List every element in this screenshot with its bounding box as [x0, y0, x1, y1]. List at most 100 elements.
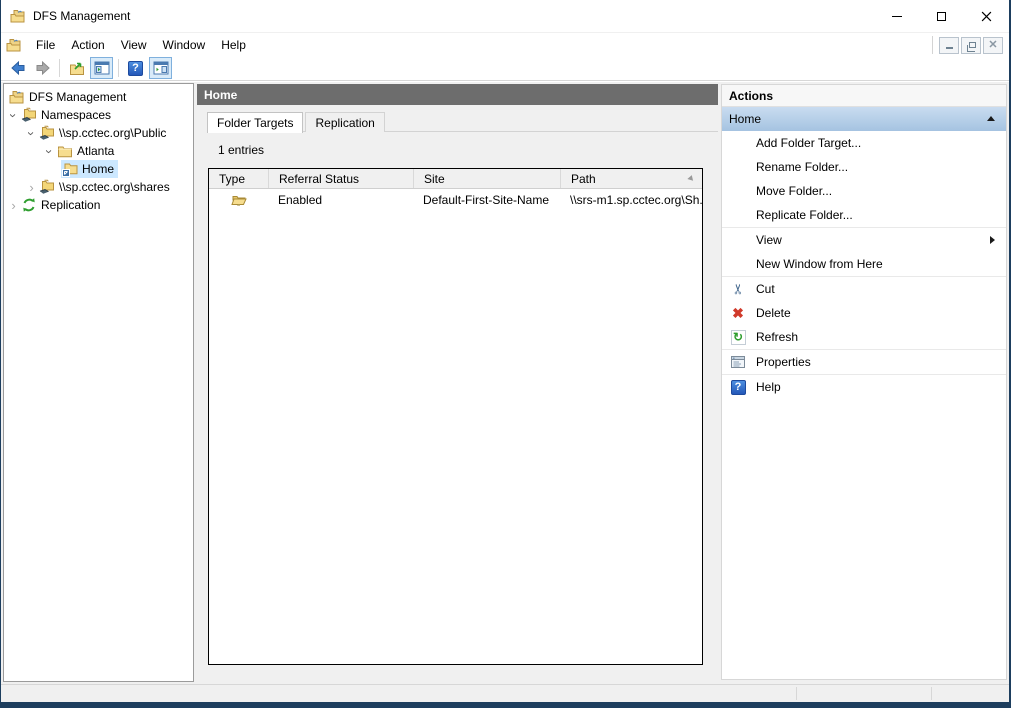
- refresh-icon: ↻: [730, 329, 746, 345]
- toolbar: ?: [1, 56, 1009, 81]
- minimize-button[interactable]: [874, 0, 919, 32]
- dfs-root-icon: [9, 89, 25, 105]
- console-icon: [6, 37, 22, 53]
- expander-collapsed-icon[interactable]: ›: [25, 181, 38, 194]
- folder-target-icon: [231, 192, 247, 208]
- menu-file[interactable]: File: [28, 35, 63, 55]
- mdi-minimize-icon: [946, 47, 953, 49]
- help-icon: ?: [730, 379, 746, 395]
- console-tree-pane-icon: [94, 60, 110, 76]
- actions-section-label: Home: [729, 112, 761, 126]
- dfs-management-window: DFS Management File Action View Window H…: [0, 0, 1011, 708]
- row-site-cell: Default-First-Site-Name: [413, 193, 560, 207]
- mdi-minimize-button[interactable]: [939, 37, 959, 54]
- help-button[interactable]: ?: [124, 57, 147, 79]
- toolbar-separator: [118, 59, 119, 77]
- actions-pane: Actions Home Add Folder Target... Rename…: [721, 84, 1007, 680]
- status-bar: [1, 684, 1009, 702]
- mdi-close-button[interactable]: ✕: [983, 37, 1003, 54]
- tree-item-atlanta[interactable]: › Atlanta: [4, 142, 193, 160]
- action-properties[interactable]: Properties: [722, 350, 1006, 374]
- back-button[interactable]: [6, 57, 29, 79]
- title-bar: DFS Management: [1, 0, 1009, 32]
- tab-replication[interactable]: Replication: [305, 112, 384, 132]
- tree-item-namespace-public[interactable]: › \\sp.cctec.org\Public: [4, 124, 193, 142]
- menu-window[interactable]: Window: [155, 35, 214, 55]
- tab-folder-targets[interactable]: Folder Targets: [207, 112, 303, 133]
- action-cut[interactable]: ✂ Cut: [722, 277, 1006, 301]
- close-button[interactable]: [964, 0, 1009, 32]
- export-list-button[interactable]: [65, 57, 88, 79]
- mdi-restore-icon: [969, 42, 976, 48]
- mdi-restore-button[interactable]: [961, 37, 981, 54]
- dfs-folder-icon: [62, 161, 78, 177]
- tree-item-dfs-management[interactable]: DFS Management: [4, 88, 193, 106]
- action-rename-folder[interactable]: Rename Folder...: [722, 155, 1006, 179]
- table-row[interactable]: Enabled Default-First-Site-Name \\srs-m1…: [209, 189, 702, 210]
- results-pane-title: Home: [197, 84, 718, 105]
- help-icon: ?: [128, 61, 143, 76]
- submenu-arrow-icon: [990, 236, 995, 244]
- expander-expanded-icon[interactable]: ›: [25, 127, 38, 140]
- tree-item-namespaces[interactable]: › Namespaces: [4, 106, 193, 124]
- window-title: DFS Management: [33, 9, 130, 23]
- forward-button[interactable]: [31, 57, 54, 79]
- collapse-section-icon[interactable]: [987, 116, 995, 121]
- action-move-folder[interactable]: Move Folder...: [722, 179, 1006, 203]
- tree-item-label: DFS Management: [29, 90, 126, 104]
- column-header-site[interactable]: Site: [413, 169, 560, 188]
- action-add-folder-target[interactable]: Add Folder Target...: [722, 131, 1006, 155]
- tree-item-namespace-shares[interactable]: › \\sp.cctec.org\shares: [4, 178, 193, 196]
- expander-expanded-icon[interactable]: ›: [43, 145, 56, 158]
- action-delete[interactable]: ✖ Delete: [722, 301, 1006, 325]
- export-folder-icon: [69, 60, 85, 76]
- tree-item-label: \\sp.cctec.org\shares: [59, 180, 170, 194]
- status-bar-separator: [931, 687, 932, 700]
- mdi-window-controls: ✕: [932, 36, 1003, 54]
- entries-count: 1 entries: [218, 143, 718, 157]
- tab-strip: Folder Targets Replication: [207, 112, 718, 132]
- column-header-type[interactable]: Type: [209, 169, 268, 188]
- main-content: DFS Management › Namespaces › \\sp.cctec…: [1, 82, 1009, 684]
- table-header-row: Type Referral Status Site Path: [209, 169, 702, 189]
- menu-view[interactable]: View: [113, 35, 155, 55]
- menu-action[interactable]: Action: [63, 35, 112, 55]
- expander-collapsed-icon[interactable]: ›: [7, 199, 20, 212]
- action-refresh[interactable]: ↻ Refresh: [722, 325, 1006, 349]
- minimize-icon: [892, 16, 902, 17]
- folder-icon: [57, 143, 73, 159]
- tree-item-replication[interactable]: › Replication: [4, 196, 193, 214]
- sort-indicator-icon: [687, 174, 694, 181]
- show-action-pane-button[interactable]: [149, 57, 172, 79]
- maximize-icon: [937, 12, 946, 21]
- tree-item-label: Home: [82, 162, 114, 176]
- maximize-button[interactable]: [919, 0, 964, 32]
- column-header-path[interactable]: Path: [560, 169, 702, 188]
- action-new-window-from-here[interactable]: New Window from Here: [722, 252, 1006, 276]
- cut-icon: ✂: [730, 281, 746, 297]
- toolbar-separator: [59, 59, 60, 77]
- tree-item-home[interactable]: Home: [4, 160, 193, 178]
- action-view[interactable]: View: [722, 228, 1006, 252]
- close-icon: [981, 11, 992, 22]
- namespace-icon: [39, 179, 55, 195]
- actions-section-home[interactable]: Home: [722, 107, 1006, 131]
- action-replicate-folder[interactable]: Replicate Folder...: [722, 203, 1006, 227]
- back-arrow-icon: [10, 60, 26, 76]
- delete-icon: ✖: [730, 305, 746, 321]
- folder-targets-table: Type Referral Status Site Path Enabled D…: [208, 168, 703, 665]
- expander-expanded-icon[interactable]: ›: [7, 109, 20, 122]
- app-icon: [10, 8, 26, 24]
- mdi-close-icon: ✕: [988, 40, 997, 51]
- replication-icon: [21, 197, 37, 213]
- show-console-tree-button[interactable]: [90, 57, 113, 79]
- menu-help[interactable]: Help: [213, 35, 254, 55]
- column-header-referral-status[interactable]: Referral Status: [268, 169, 413, 188]
- tree-item-label: Replication: [41, 198, 100, 212]
- actions-pane-title: Actions: [722, 85, 1006, 107]
- action-help[interactable]: ? Help: [722, 375, 1006, 399]
- results-pane: Home Folder Targets Replication 1 entrie…: [197, 84, 718, 680]
- forward-arrow-icon: [35, 60, 51, 76]
- tree-item-label: Atlanta: [77, 144, 114, 158]
- tree-item-label: \\sp.cctec.org\Public: [59, 126, 166, 140]
